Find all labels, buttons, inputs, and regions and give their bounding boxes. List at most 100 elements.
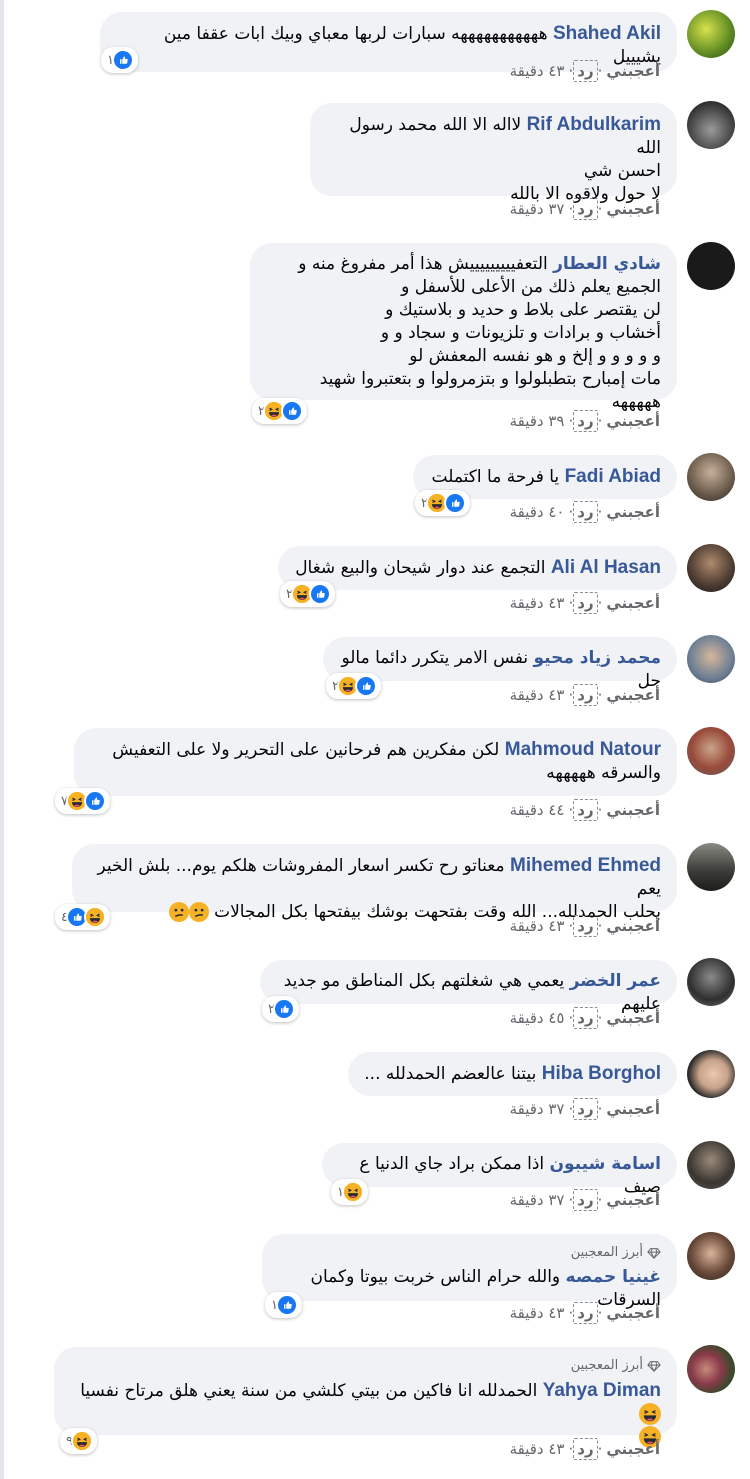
comment-text: والسرقه هههههه xyxy=(546,763,661,783)
like-link[interactable]: أعجبني xyxy=(606,1304,660,1322)
comment-author[interactable]: Mahmoud Natour xyxy=(505,739,661,760)
comment-bubble: شادي العطار التعفيييييييييش هذا أمر مفرو… xyxy=(250,243,677,412)
reply-link[interactable]: رد xyxy=(577,1304,593,1322)
avatar[interactable] xyxy=(687,544,735,592)
avatar[interactable] xyxy=(687,242,735,290)
avatar[interactable] xyxy=(687,843,735,891)
comment-actions: أعجبني·رد·٤٣ دقيقة xyxy=(509,1438,660,1460)
laughing-emoji-icon xyxy=(639,1403,661,1425)
reply-link[interactable]: رد xyxy=(577,1100,593,1118)
comment-bubble: أبرز المعجبين Yahya Diman الحمدلله انا ف… xyxy=(54,1347,677,1435)
comment-time[interactable]: ٣٧ دقيقة xyxy=(510,1100,565,1118)
comment-time[interactable]: ٣٩ دقيقة xyxy=(510,412,565,430)
reply-link[interactable]: رد xyxy=(577,200,593,218)
avatar[interactable] xyxy=(687,727,735,775)
comment-author[interactable]: غينيا حمصه xyxy=(566,1267,661,1287)
comment-author[interactable]: شادي العطار xyxy=(553,254,661,274)
reply-link[interactable]: رد xyxy=(577,1009,593,1027)
comment-time[interactable]: ٤٣ دقيقة xyxy=(510,1304,565,1322)
comment-time[interactable]: ٤٥ دقيقة xyxy=(510,1009,565,1027)
haha-icon xyxy=(83,906,106,928)
reply-link[interactable]: رد xyxy=(577,1440,593,1458)
avatar[interactable] xyxy=(687,1345,735,1393)
like-link[interactable]: أعجبني xyxy=(606,801,660,819)
comment-text: التجمع عند دوار شيحان والبيع شغال xyxy=(295,558,546,578)
reply-link[interactable]: رد xyxy=(577,801,593,819)
like-link[interactable]: أعجبني xyxy=(606,1440,660,1458)
comment-text: لكن مفكرين هم فرحانين على التحرير ولا عل… xyxy=(112,740,500,760)
top-fan-badge: أبرز المعجبين xyxy=(278,1241,661,1264)
comment-time[interactable]: ٤٣ دقيقة xyxy=(510,917,565,935)
like-link[interactable]: أعجبني xyxy=(606,1009,660,1027)
avatar[interactable] xyxy=(687,1050,735,1098)
comment-actions: أعجبني·رد·٤٠ دقيقة xyxy=(509,501,660,523)
avatar[interactable] xyxy=(687,958,735,1006)
reaction-summary[interactable]: ٢ xyxy=(262,996,299,1022)
comment-author[interactable]: Ali Al Hasan xyxy=(551,557,661,578)
avatar[interactable] xyxy=(687,1232,735,1280)
comment-actions: أعجبني·رد·٤٣ دقيقة xyxy=(509,60,660,82)
avatar[interactable] xyxy=(687,1141,735,1189)
comment-author[interactable]: عمر الخضر xyxy=(570,971,661,991)
reply-link[interactable]: رد xyxy=(577,686,593,704)
reply-link[interactable]: رد xyxy=(577,1191,593,1209)
top-fan-badge: أبرز المعجبين xyxy=(70,1354,661,1377)
like-link[interactable]: أعجبني xyxy=(606,62,660,80)
comment-bubble: Rif Abdulkarim لااله الا الله محمد رسول … xyxy=(310,103,677,204)
reaction-summary[interactable]: ٩ xyxy=(60,1428,97,1454)
like-link[interactable]: أعجبني xyxy=(606,1100,660,1118)
comment-text: يا فرحة ما اكتملت xyxy=(431,467,560,487)
reply-link[interactable]: رد xyxy=(577,594,593,612)
comment-time[interactable]: ٤٣ دقيقة xyxy=(510,1440,565,1458)
reaction-summary[interactable]: ٤ xyxy=(55,904,110,930)
comment-actions: أعجبني·رد·٤٣ دقيقة xyxy=(509,1302,660,1324)
haha-icon xyxy=(341,1181,364,1203)
reaction-summary[interactable]: ١ xyxy=(265,1292,302,1318)
comment-text: بيتنا عالعضم الحمدلله ... xyxy=(364,1064,537,1084)
avatar[interactable] xyxy=(687,101,735,149)
reaction-summary[interactable]: ١ xyxy=(101,47,138,73)
reply-link[interactable]: رد xyxy=(577,503,593,521)
reply-link[interactable]: رد xyxy=(577,917,593,935)
comment-time[interactable]: ٤٠ دقيقة xyxy=(510,503,565,521)
comment-time[interactable]: ٤٣ دقيقة xyxy=(510,594,565,612)
comment-time[interactable]: ٤٤ دقيقة xyxy=(510,801,565,819)
like-link[interactable]: أعجبني xyxy=(606,503,660,521)
like-link[interactable]: أعجبني xyxy=(606,917,660,935)
comment-text: مات إمبارح بتطبلولوا و بتزمرولوا و بتعتب… xyxy=(319,369,661,412)
comment-author[interactable]: اسامة شيبون xyxy=(550,1154,661,1174)
like-link[interactable]: أعجبني xyxy=(606,200,660,218)
comment-author[interactable]: Rif Abdulkarim xyxy=(527,114,661,135)
like-link[interactable]: أعجبني xyxy=(606,686,660,704)
comment-bubble: أبرز المعجبين غينيا حمصه والله حرام النا… xyxy=(262,1234,677,1310)
comment-time[interactable]: ٤٣ دقيقة xyxy=(510,62,565,80)
comment-author[interactable]: Yahya Diman xyxy=(543,1380,661,1401)
like-link[interactable]: أعجبني xyxy=(606,412,660,430)
like-link[interactable]: أعجبني xyxy=(606,1191,660,1209)
reaction-summary[interactable]: ٢ xyxy=(252,398,307,424)
avatar[interactable] xyxy=(687,10,735,58)
comment-author[interactable]: محمد زياد محيو xyxy=(534,648,661,668)
reaction-summary[interactable]: ٢ xyxy=(280,581,335,607)
diamond-icon xyxy=(647,1359,661,1373)
avatar[interactable] xyxy=(687,635,735,683)
reaction-summary[interactable]: ٢ xyxy=(326,673,381,699)
reaction-summary[interactable]: ٧ xyxy=(55,788,110,814)
reply-link[interactable]: رد xyxy=(577,62,593,80)
reaction-summary[interactable]: ١ xyxy=(331,1179,368,1205)
comment-author[interactable]: Fadi Abiad xyxy=(565,466,661,487)
reaction-summary[interactable]: ٢ xyxy=(415,490,470,516)
comment-author[interactable]: Hiba Borghol xyxy=(542,1063,661,1084)
avatar[interactable] xyxy=(687,453,735,501)
comment-time[interactable]: ٣٧ دقيقة xyxy=(510,1191,565,1209)
comment-time[interactable]: ٣٧ دقيقة xyxy=(510,200,565,218)
comment-time[interactable]: ٤٣ دقيقة xyxy=(510,686,565,704)
comment-actions: أعجبني·رد·٤٥ دقيقة xyxy=(509,1007,660,1029)
comment-actions: أعجبني·رد·٣٧ دقيقة xyxy=(509,1189,660,1211)
comment-text: و و و و و إلخ و هو نفسه المعفش لو xyxy=(409,346,661,366)
like-link[interactable]: أعجبني xyxy=(606,594,660,612)
reply-link[interactable]: رد xyxy=(577,412,593,430)
comment-author[interactable]: Mihemed Ehmed xyxy=(510,855,661,876)
haha-icon xyxy=(70,1430,93,1452)
comment-author[interactable]: Shahed Akil xyxy=(553,23,661,44)
